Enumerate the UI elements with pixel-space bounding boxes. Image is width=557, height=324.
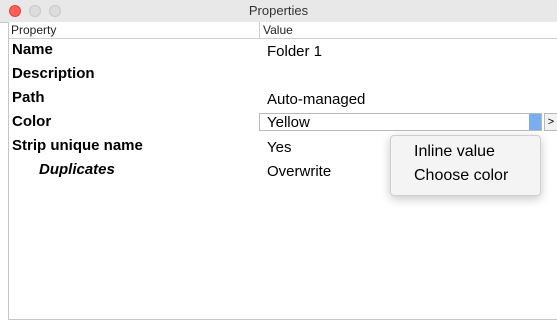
properties-window: Properties Property Value Name Folder 1 … [0,0,557,324]
property-name: Color [12,113,52,130]
column-divider[interactable] [259,22,260,38]
color-value-text: Yellow [267,114,310,131]
table-row-color[interactable]: Color Yellow > [9,111,557,135]
column-header-property[interactable]: Property [11,23,56,37]
table-header: Property Value [9,22,557,39]
menu-item-inline-value[interactable]: Inline value [414,143,495,161]
property-name: Strip unique name [12,137,143,154]
color-value-field[interactable]: Yellow [259,113,542,131]
menu-item-choose-color[interactable]: Choose color [414,167,508,185]
property-value[interactable]: Yes [267,139,291,156]
column-header-value[interactable]: Value [263,23,293,37]
property-value[interactable]: Overwrite [267,163,331,180]
table-row[interactable]: Path Auto-managed [9,87,557,111]
property-name: Duplicates [39,161,115,178]
context-menu: Inline value Choose color [390,135,541,196]
property-value[interactable]: Auto-managed [267,91,365,108]
property-name: Name [12,41,53,58]
property-value[interactable]: Folder 1 [267,43,322,60]
window-title: Properties [248,3,309,18]
property-name: Path [12,89,45,106]
focus-highlight [529,114,541,130]
title-bar: Properties [0,0,557,23]
property-name: Description [12,65,95,82]
table-row[interactable]: Name Folder 1 [9,39,557,63]
table-row[interactable]: Description [9,63,557,87]
expand-editor-button[interactable]: > [544,113,557,131]
